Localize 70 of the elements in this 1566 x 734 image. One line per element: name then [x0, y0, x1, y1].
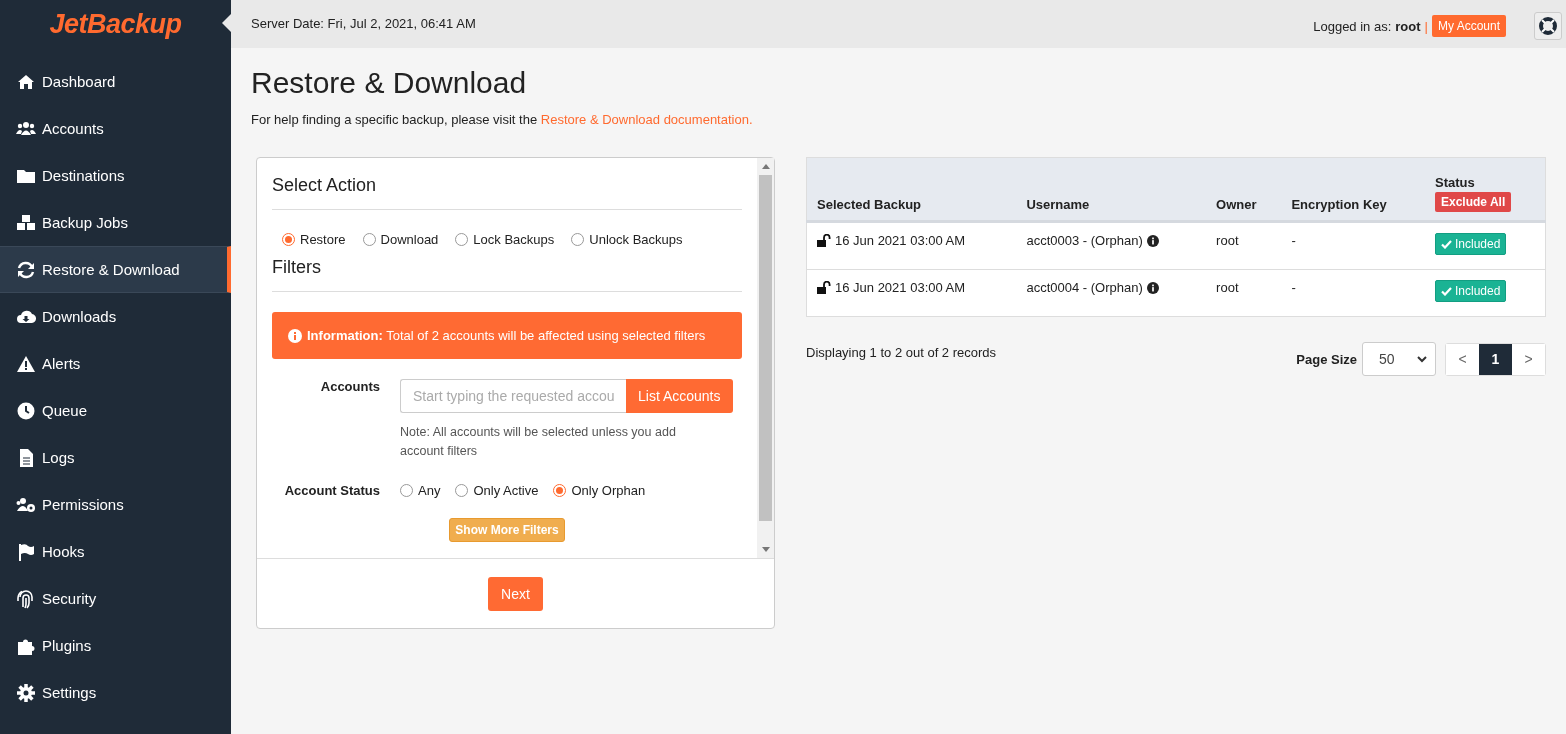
encryption-key-cell: - — [1281, 221, 1425, 270]
separator: | — [1424, 18, 1428, 34]
backup-date: 16 Jun 2021 03:00 AM — [835, 280, 966, 295]
username-cell: acct0003 - (Orphan) — [1026, 233, 1143, 248]
accounts-field[interactable]: Start typing the requested accou — [400, 379, 626, 413]
previous-page-button[interactable]: < — [1446, 343, 1479, 375]
sidebar-item[interactable]: Queue — [0, 387, 231, 434]
section-title: Select Action — [272, 173, 742, 210]
encryption-key-cell: - — [1281, 269, 1425, 317]
sidebar-item[interactable]: Settings — [0, 669, 231, 716]
sidebar-item[interactable]: Hooks — [0, 528, 231, 575]
sidebar-item[interactable]: Security — [0, 575, 231, 622]
next-page-button[interactable]: > — [1512, 343, 1545, 375]
radio-option[interactable]: Download — [362, 232, 439, 247]
logo: JetBackup — [49, 8, 182, 40]
info-message: Information: Total of 2 accounts will be affected using selected filters — [307, 328, 706, 343]
column-header: Status — [1435, 175, 1475, 190]
fingerprint-icon — [16, 588, 36, 609]
sidebar-item[interactable]: Destinations — [0, 152, 231, 199]
accounts-label: Accounts — [319, 379, 381, 396]
sidebar-item[interactable]: Backup Jobs — [0, 199, 231, 246]
radio-option[interactable]: Lock Backups — [455, 232, 555, 247]
chevron-down-icon — [1417, 355, 1427, 363]
info-icon — [288, 328, 302, 343]
username: root — [1395, 18, 1421, 34]
scrollbar[interactable] — [757, 158, 774, 558]
username-cell: acct0004 - (Orphan) — [1026, 280, 1143, 295]
help-text: For help finding a specific backup, please visit the Restore & Download documentation. — [251, 112, 754, 127]
check-icon — [1441, 286, 1452, 296]
sidebar-item[interactable]: Permissions — [0, 481, 231, 528]
sidebar-item[interactable]: Logs — [0, 434, 231, 481]
page-size-label: Page Size — [1296, 351, 1357, 367]
accounts-note: Note: All accounts will be selected unless you add account filters — [400, 424, 677, 460]
cubes-icon — [16, 212, 36, 233]
sidebar-item[interactable]: Accounts — [0, 105, 231, 152]
page-size-select[interactable]: 50 — [1362, 342, 1436, 376]
owner-cell: root — [1206, 269, 1282, 317]
sidebar-item[interactable]: Restore & Download — [0, 246, 231, 293]
info-icon[interactable] — [1146, 281, 1159, 294]
help-button[interactable] — [1534, 12, 1562, 40]
radio-option[interactable]: Restore — [282, 232, 346, 247]
account-status-label: Account Status — [283, 483, 381, 498]
section-title: Filters — [272, 255, 742, 292]
radio-option[interactable]: Any — [400, 483, 441, 498]
column-header: Selected Backup — [806, 157, 1017, 222]
radio-option[interactable]: Unlock Backups — [571, 232, 683, 247]
owner-cell: root — [1206, 221, 1282, 270]
exclude-all-button[interactable]: Exclude All — [1435, 192, 1512, 212]
logged-in-label: Logged in as: — [1313, 18, 1392, 34]
page-title: Restore & Download — [251, 66, 528, 100]
column-header: Username — [1016, 157, 1207, 222]
sidebar-item[interactable]: Plugins — [0, 622, 231, 669]
sidebar-item[interactable]: Dashboard — [0, 58, 231, 105]
server-date: Server Date: Fri, Jul 2, 2021, 06:41 AM — [251, 15, 477, 31]
clock-icon — [16, 400, 36, 421]
refresh-icon — [16, 259, 36, 280]
page-button[interactable]: 1 — [1479, 343, 1512, 375]
backup-date: 16 Jun 2021 03:00 AM — [835, 233, 966, 248]
column-header: Encryption Key — [1281, 157, 1425, 222]
check-icon — [1441, 239, 1452, 249]
flag-icon — [16, 541, 36, 562]
sidebar-item[interactable]: Alerts — [0, 340, 231, 387]
gear-icon — [16, 682, 36, 703]
records-count: Displaying 1 to 2 out of 2 records — [806, 345, 997, 362]
lifebuoy-icon — [1538, 16, 1558, 36]
radio-option[interactable]: Only Orphan — [553, 483, 646, 498]
column-header: Owner — [1206, 157, 1282, 222]
sidebar-item[interactable]: Downloads — [0, 293, 231, 340]
radio-option[interactable]: Only Active — [455, 483, 539, 498]
info-icon[interactable] — [1146, 234, 1159, 247]
